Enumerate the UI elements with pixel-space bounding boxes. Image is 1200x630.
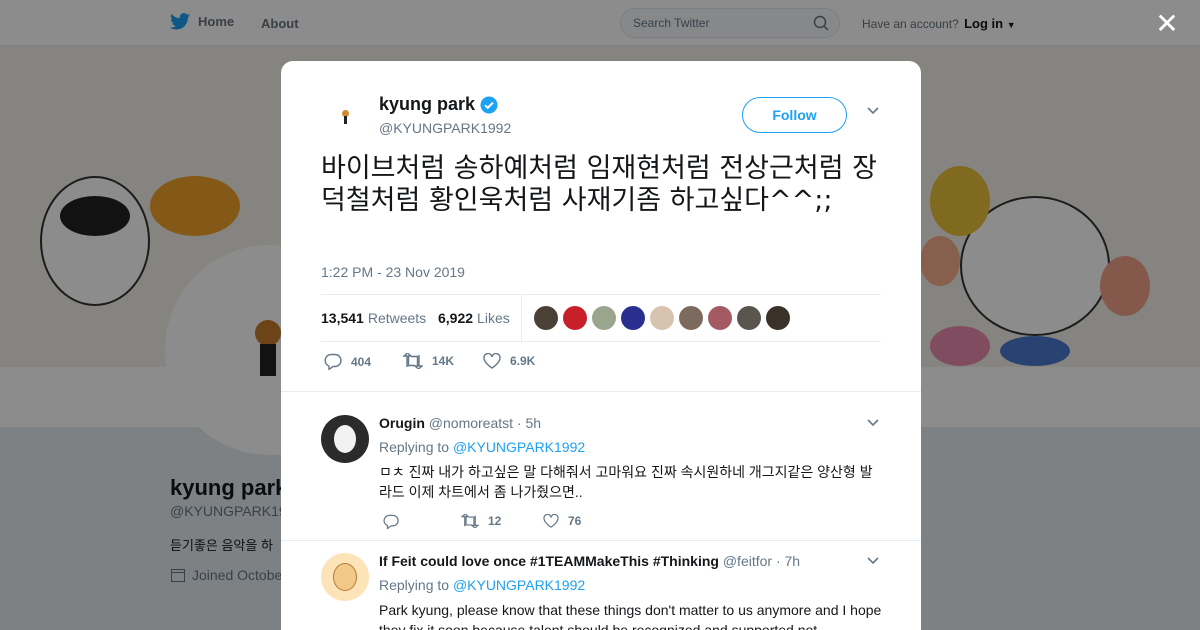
reply-time[interactable]: · 5h: [517, 415, 541, 431]
tweet-stats: 13,541 Retweets 6,922 Likes: [321, 294, 881, 342]
tweet-text: 바이브처럼 송하예처럼 임재현처럼 전상근처럼 장덕철처럼 황인욱처럼 사재기좀…: [321, 153, 877, 216]
tweet-actions: 404 14K 6.9K: [321, 353, 881, 373]
reply-actions: 12 76: [383, 514, 683, 530]
reply-icon: [383, 514, 399, 529]
reply-text: Park kyung, please know that these thing…: [379, 602, 882, 630]
likes-label: Likes: [477, 310, 510, 326]
reply-separator: [281, 391, 921, 392]
liker-avatar[interactable]: [679, 306, 703, 330]
avatar-cartoon-face: [333, 563, 357, 591]
verified-badge-icon: [480, 96, 498, 113]
likes-count: 6,922: [438, 310, 474, 326]
retweet-button[interactable]: 12: [461, 514, 501, 528]
reply-header: Orugin @nomoreatst · 5h: [379, 415, 541, 431]
reply-author-avatar[interactable]: [321, 553, 369, 601]
replying-prefix: Replying to: [379, 577, 450, 593]
chevron-down-icon[interactable]: [866, 103, 880, 117]
like-button[interactable]: 6.9K: [483, 353, 535, 369]
retweet-icon: [403, 353, 423, 369]
retweets-stat[interactable]: 13,541 Retweets: [321, 310, 426, 326]
like-button[interactable]: 76: [543, 514, 581, 528]
retweets-count: 13,541: [321, 310, 364, 326]
reply-header: If Feit could love once #1TEAMMakeThis #…: [379, 553, 800, 569]
liker-avatars: [534, 306, 790, 330]
retweets-label: Retweets: [367, 310, 427, 326]
reply-author-name[interactable]: If Feit could love once #1TEAMMakeThis #…: [379, 553, 719, 569]
replying-to: Replying to @KYUNGPARK1992: [379, 439, 585, 455]
tweet-author-handle[interactable]: @KYUNGPARK1992: [379, 120, 511, 136]
like-count: 6.9K: [510, 354, 536, 368]
liker-avatar[interactable]: [766, 306, 790, 330]
reply-text: ㅁㅊ 진짜 내가 하고싶은 말 다해줘서 고마워요 진짜 속시원하네 개그지같은…: [379, 464, 873, 500]
reply-separator: [281, 540, 921, 541]
liker-avatar[interactable]: [737, 306, 761, 330]
reply-icon: [324, 353, 342, 370]
heart-icon: [483, 353, 501, 369]
liker-avatar[interactable]: [621, 306, 645, 330]
follow-button[interactable]: Follow: [742, 97, 847, 133]
retweet-button[interactable]: 14K: [403, 353, 454, 369]
close-icon[interactable]: ✕: [1155, 10, 1179, 38]
tweet-timestamp[interactable]: 1:22 PM - 23 Nov 2019: [321, 264, 465, 280]
replying-to-link[interactable]: @KYUNGPARK1992: [453, 439, 585, 455]
likes-stat[interactable]: 6,922 Likes: [438, 310, 510, 326]
liker-avatar[interactable]: [563, 306, 587, 330]
liker-avatar[interactable]: [534, 306, 558, 330]
heart-icon: [543, 514, 559, 528]
reply-count: 404: [351, 354, 372, 369]
reply-author-handle[interactable]: @feitfor: [723, 553, 772, 569]
reply-button[interactable]: 404: [324, 353, 371, 370]
like-count: 76: [568, 514, 582, 528]
replying-to-link[interactable]: @KYUNGPARK1992: [453, 577, 585, 593]
retweet-count: 12: [488, 514, 502, 528]
reply-time[interactable]: · 7h: [776, 553, 800, 569]
chevron-down-icon[interactable]: [866, 553, 880, 567]
replying-to: Replying to @KYUNGPARK1992: [379, 577, 585, 593]
stats-divider: [521, 295, 522, 342]
tweet-author-avatar[interactable]: [321, 95, 369, 143]
avatar-figure-body: [344, 116, 347, 124]
tweet-author-name-text: kyung park: [379, 94, 476, 114]
chevron-down-icon[interactable]: [866, 415, 880, 429]
reply-tweet[interactable]: Orugin @nomoreatst · 5h Replying to @KYU…: [321, 415, 881, 535]
replying-prefix: Replying to: [379, 439, 450, 455]
reply-button[interactable]: [383, 514, 399, 529]
reply-author-avatar[interactable]: [321, 415, 369, 463]
liker-avatar[interactable]: [592, 306, 616, 330]
liker-avatar[interactable]: [650, 306, 674, 330]
reply-tweet[interactable]: If Feit could love once #1TEAMMakeThis #…: [321, 553, 881, 630]
liker-avatar[interactable]: [708, 306, 732, 330]
tweet-modal: kyung park @KYUNGPARK1992 Follow 바이브처럼 송…: [281, 61, 921, 630]
reply-author-handle[interactable]: @nomoreatst: [429, 415, 513, 431]
tweet-author-name[interactable]: kyung park: [379, 94, 498, 115]
reply-author-name[interactable]: Orugin: [379, 415, 425, 431]
retweet-icon: [461, 514, 479, 528]
avatar-dog-face: [334, 425, 356, 453]
retweet-count: 14K: [432, 354, 455, 368]
tweet-header: kyung park @KYUNGPARK1992 Follow: [321, 91, 881, 143]
